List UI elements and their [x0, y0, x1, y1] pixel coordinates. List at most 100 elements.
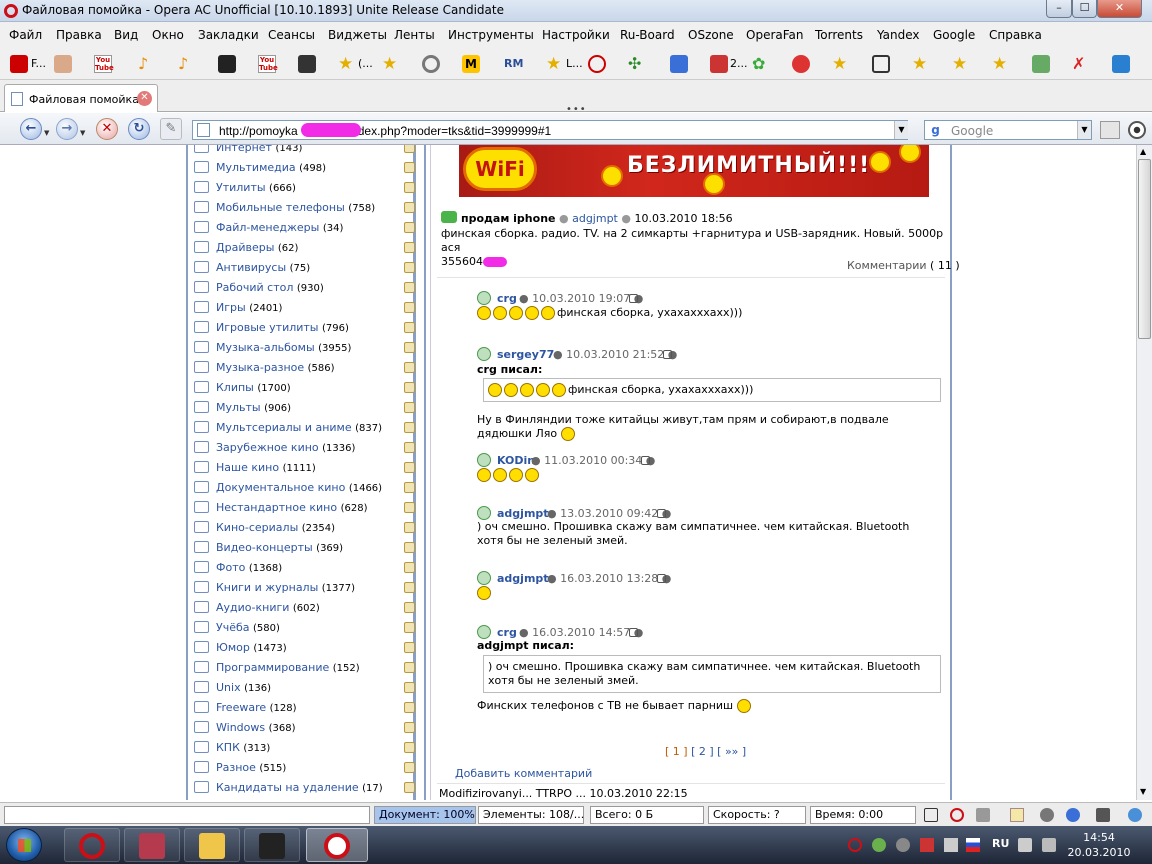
taskbar-steam[interactable]: [244, 828, 300, 862]
globe-icon[interactable]: [1128, 808, 1142, 822]
notes-icon[interactable]: [1010, 808, 1024, 822]
bookmark-icon[interactable]: [218, 55, 236, 73]
eye-icon[interactable]: [1128, 121, 1146, 139]
russian-flag-icon[interactable]: [966, 838, 980, 852]
category-link[interactable]: Кандидаты на удаление (17): [216, 781, 383, 794]
menu-file[interactable]: Файл: [9, 28, 42, 42]
category-item[interactable]: Игры (2401): [194, 299, 415, 317]
address-field[interactable]: http://pomoyka dex.php?moder=tks&tid=3999…: [192, 120, 908, 140]
menu-tools[interactable]: Инструменты: [448, 28, 534, 42]
comment-author[interactable]: sergey77: [497, 348, 554, 361]
menu-widgets[interactable]: Виджеты: [328, 28, 387, 42]
system-clock[interactable]: 14:54 20.03.2010: [1064, 830, 1134, 860]
star-bookmark-icon[interactable]: ★: [832, 55, 850, 73]
category-item[interactable]: КПК (313): [194, 739, 415, 757]
menu-bookmarks[interactable]: Закладки: [198, 28, 259, 42]
bookmark-icon[interactable]: [872, 55, 890, 73]
category-link[interactable]: Windows (368): [216, 721, 296, 734]
tab-file-dump[interactable]: Файловая помойка ✕: [4, 84, 158, 112]
rss-feed-icon[interactable]: [404, 302, 415, 313]
start-button[interactable]: [6, 828, 42, 862]
category-item[interactable]: Мультсериалы и аниме (837): [194, 419, 415, 437]
bookmark-label[interactable]: F...: [31, 57, 46, 70]
category-item[interactable]: Учёба (580): [194, 619, 415, 637]
m-bookmark-icon[interactable]: M: [462, 55, 480, 73]
rss-feed-icon[interactable]: [404, 362, 415, 373]
category-link[interactable]: Юмор (1473): [216, 641, 287, 654]
menu-settings[interactable]: Настройки: [542, 28, 610, 42]
cross-bookmark-icon[interactable]: ✣: [628, 55, 646, 73]
category-item[interactable]: Зарубежное кино (1336): [194, 439, 415, 457]
address-url[interactable]: http://pomoyka dex.php?moder=tks&tid=3999…: [219, 124, 551, 138]
bookmark-icon[interactable]: [710, 55, 728, 73]
rss-feed-icon[interactable]: [404, 242, 415, 253]
close-window-button[interactable]: ✕: [1097, 0, 1142, 18]
menu-oszone[interactable]: OSzone: [688, 28, 734, 42]
address-history-dropdown[interactable]: ▼: [894, 121, 908, 139]
taskbar-opera-pinned[interactable]: [64, 828, 120, 862]
tray-app-icon[interactable]: [920, 838, 934, 852]
category-item[interactable]: Антивирусы (75): [194, 259, 415, 277]
rss-feed-icon[interactable]: [404, 262, 415, 273]
category-link[interactable]: Антивирусы (75): [216, 261, 310, 274]
bookmark-icon[interactable]: [298, 55, 316, 73]
rss-feed-icon[interactable]: [404, 162, 415, 173]
category-item[interactable]: Интернет (143): [194, 145, 415, 157]
reply-icon[interactable]: [663, 350, 672, 359]
search-engine-dropdown[interactable]: ▼: [1077, 121, 1091, 139]
next-post-header[interactable]: Modifizirovanyi... TTRPO ... 10.03.2010 …: [439, 787, 949, 800]
menu-feeds[interactable]: Ленты: [394, 28, 435, 42]
rss-feed-icon[interactable]: [404, 145, 415, 153]
rss-feed-icon[interactable]: [404, 762, 415, 773]
panel-toggle-button[interactable]: [1100, 121, 1120, 139]
category-item[interactable]: Наше кино (1111): [194, 459, 415, 477]
bookmark-label[interactable]: L...: [566, 57, 583, 70]
wand-button[interactable]: ✎: [160, 118, 182, 140]
post-title[interactable]: продам iphone: [461, 212, 555, 225]
vertical-scrollbar[interactable]: ▲ ▼: [1136, 145, 1152, 800]
category-link[interactable]: Музыка-альбомы (3955): [216, 341, 351, 354]
category-link[interactable]: Freeware (128): [216, 701, 297, 714]
wifi-banner[interactable]: WiFi БЕЗЛИМИТНЫЙ!!!: [459, 145, 929, 197]
flower-bookmark-icon[interactable]: ✿: [752, 55, 770, 73]
category-item[interactable]: Музыка-альбомы (3955): [194, 339, 415, 357]
category-item[interactable]: Freeware (128): [194, 699, 415, 717]
category-item[interactable]: Клипы (1700): [194, 379, 415, 397]
category-link[interactable]: Утилиты (666): [216, 181, 296, 194]
category-item[interactable]: Разное (515): [194, 759, 415, 777]
category-link[interactable]: Игры (2401): [216, 301, 282, 314]
category-link[interactable]: Аудио-книги (602): [216, 601, 320, 614]
menu-sessions[interactable]: Сеансы: [268, 28, 315, 42]
category-item[interactable]: Юмор (1473): [194, 639, 415, 657]
category-link[interactable]: Фото (1368): [216, 561, 282, 574]
comment-author[interactable]: adgjmpt: [497, 507, 549, 520]
star-bookmark-icon[interactable]: ★: [952, 55, 970, 73]
category-link[interactable]: Unix (136): [216, 681, 271, 694]
turbo-icon[interactable]: [1040, 808, 1054, 822]
rss-feed-icon[interactable]: [404, 182, 415, 193]
category-link[interactable]: Нестандартное кино (628): [216, 501, 367, 514]
rss-feed-icon[interactable]: [404, 322, 415, 333]
rss-feed-icon[interactable]: [404, 742, 415, 753]
category-link[interactable]: Игровые утилиты (796): [216, 321, 349, 334]
category-item[interactable]: Нестандартное кино (628): [194, 499, 415, 517]
rss-feed-icon[interactable]: [404, 602, 415, 613]
bookmark-icon[interactable]: [1032, 55, 1050, 73]
rss-feed-icon[interactable]: [404, 722, 415, 733]
tools-icon[interactable]: [1096, 808, 1110, 822]
page-1-link[interactable]: [ 1 ]: [665, 745, 688, 758]
category-link[interactable]: Документальное кино (1466): [216, 481, 382, 494]
category-item[interactable]: Кандидаты на удаление (17): [194, 779, 415, 797]
bookmark-icon[interactable]: [792, 55, 810, 73]
rss-feed-icon[interactable]: [404, 442, 415, 453]
category-item[interactable]: Аудио-книги (602): [194, 599, 415, 617]
menu-google[interactable]: Google: [933, 28, 975, 42]
menu-ruboard[interactable]: Ru-Board: [620, 28, 675, 42]
category-link[interactable]: Клипы (1700): [216, 381, 291, 394]
reply-icon[interactable]: [629, 294, 638, 303]
bookmark-label[interactable]: (...: [358, 57, 373, 70]
category-link[interactable]: Разное (515): [216, 761, 286, 774]
category-link[interactable]: Музыка-разное (586): [216, 361, 335, 374]
category-link[interactable]: Видео-концерты (369): [216, 541, 343, 554]
x-bookmark-icon[interactable]: ✗: [1072, 55, 1090, 73]
